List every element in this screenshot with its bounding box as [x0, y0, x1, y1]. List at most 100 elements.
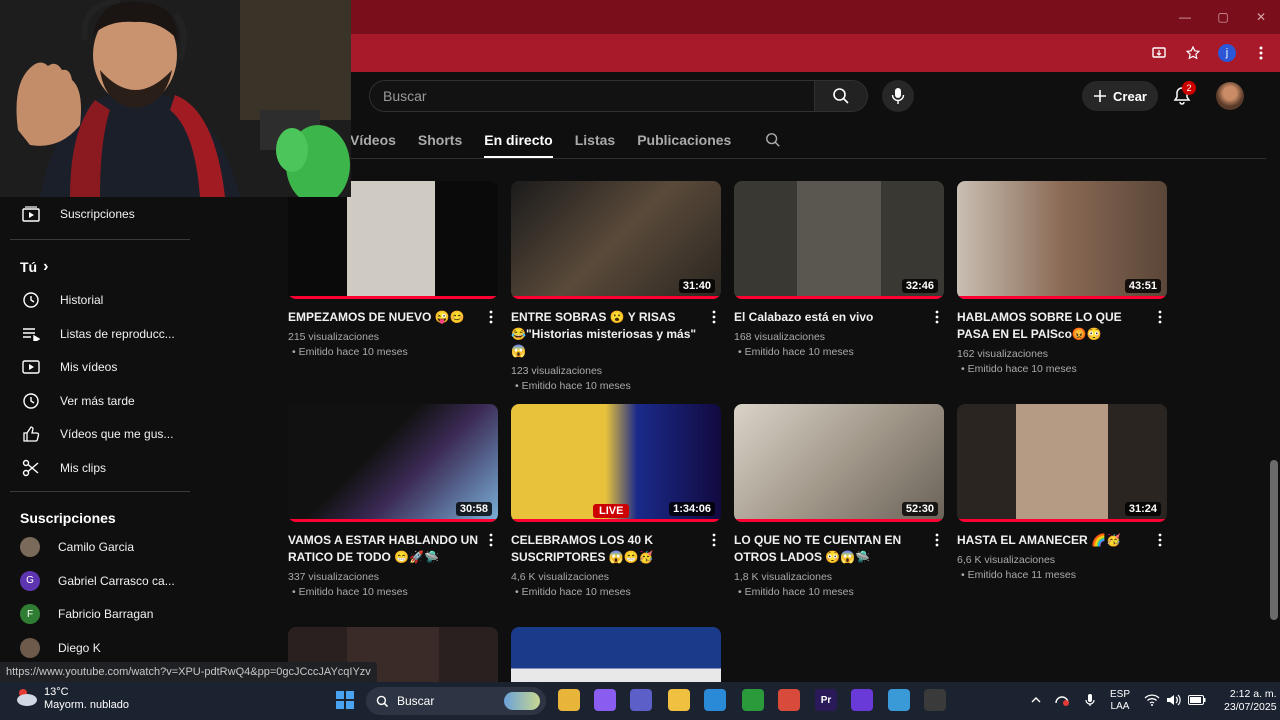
sidebar-item-my-videos[interactable]: Mis vídeos — [12, 352, 190, 382]
video-title[interactable]: HABLAMOS SOBRE LO QUE PASA EN EL PAISco😡… — [957, 309, 1147, 343]
video-more-options-icon[interactable] — [930, 309, 944, 329]
sidebar-item-subscriptions[interactable]: Suscripciones — [12, 199, 190, 229]
obs-taskbar-button[interactable] — [851, 689, 873, 711]
chrome-active-taskbar-button[interactable] — [888, 689, 910, 711]
sidebar-item-clips[interactable]: Mis clips — [12, 453, 190, 483]
video-title[interactable]: EMPEZAMOS DE NUEVO 😜😊 — [288, 309, 478, 326]
clock-date: 23/07/2025 — [1224, 701, 1277, 713]
chrome-taskbar-button[interactable] — [778, 689, 800, 711]
tab-publicaciones[interactable]: Publicaciones — [637, 122, 731, 158]
xbox-taskbar-button[interactable] — [742, 689, 764, 711]
window-controls: — ▢ ✕ — [1166, 0, 1280, 34]
windows-start-button[interactable] — [334, 689, 356, 711]
page-scrollbar-thumb[interactable] — [1270, 460, 1278, 620]
video-title[interactable]: LO QUE NO TE CUENTAN EN OTROS LADOS 😳😱🛸 — [734, 532, 924, 566]
search-highlight-icon — [504, 692, 540, 710]
video-date-text: Emitido hace 10 meses — [298, 586, 408, 598]
video-card[interactable]: 32:46 El Calabazo está en vivo 168 visuali… — [734, 181, 944, 360]
tab-videos[interactable]: Vídeos — [350, 122, 396, 158]
file-explorer-taskbar-button[interactable] — [558, 689, 580, 711]
voice-search-button[interactable] — [882, 80, 914, 112]
video-more-options-icon[interactable] — [707, 532, 721, 552]
minimize-button[interactable]: — — [1166, 0, 1204, 34]
video-thumbnail[interactable]: 43:51 — [957, 181, 1167, 299]
browser-menu-icon[interactable] — [1252, 44, 1270, 62]
tab-shorts[interactable]: Shorts — [418, 122, 462, 158]
sidebar-item-history[interactable]: Historial — [12, 285, 190, 315]
close-window-button[interactable]: ✕ — [1242, 0, 1280, 34]
video-thumbnail[interactable]: 31:24 — [957, 404, 1167, 522]
video-thumbnail[interactable]: 30:58 — [288, 404, 498, 522]
wifi-icon[interactable] — [1144, 693, 1160, 709]
store-taskbar-button[interactable] — [704, 689, 726, 711]
tray-overflow-icon[interactable] — [1028, 696, 1044, 707]
video-card[interactable]: 31:40 ENTRE SOBRAS 😮 Y RISAS 😂"Historias … — [511, 181, 721, 394]
video-title[interactable]: CELEBRAMOS LOS 40 K SUSCRIPTORES 😱😁🥳 — [511, 532, 701, 566]
browser-profile-avatar[interactable]: j — [1218, 44, 1236, 62]
copilot-taskbar-button[interactable] — [594, 689, 616, 711]
input-language-indicator[interactable]: ESP LAA — [1110, 689, 1130, 713]
clock[interactable]: 2:12 a. m. 23/07/2025 — [1224, 688, 1277, 714]
channel-avatar: G — [20, 570, 40, 591]
maximize-button[interactable]: ▢ — [1204, 0, 1242, 34]
install-app-icon[interactable] — [1150, 44, 1168, 62]
tray-app-icon[interactable] — [1050, 694, 1074, 709]
video-card[interactable]: EMPEZAMOS DE NUEVO 😜😊 215 visualizaciones… — [288, 181, 498, 360]
notifications-button[interactable]: 2 — [1170, 81, 1196, 108]
video-title[interactable]: HASTA EL AMANECER 🌈🥳 — [957, 532, 1147, 549]
create-button[interactable]: Crear — [1082, 81, 1158, 111]
volume-icon[interactable] — [1166, 694, 1182, 709]
bookmark-star-icon[interactable] — [1184, 44, 1202, 62]
video-title[interactable]: VAMOS A ESTAR HABLANDO UN RATICO DE TODO… — [288, 532, 478, 566]
video-card[interactable]: 43:51 HABLAMOS SOBRE LO QUE PASA EN EL PA… — [957, 181, 1167, 377]
video-card[interactable]: 1:34:06 LIVE CELEBRAMOS LOS 40 K SUSCRIPTO… — [511, 404, 721, 600]
recorder-taskbar-button[interactable] — [924, 689, 946, 711]
bullet-separator: • — [515, 586, 522, 598]
video-thumbnail[interactable]: 31:40 — [511, 181, 721, 299]
bullet-separator: • — [292, 346, 299, 358]
playlists-icon — [20, 323, 42, 345]
sidebar-item-playlists[interactable]: Listas de reproducc... — [12, 319, 190, 349]
tab-en-directo[interactable]: En directo — [484, 122, 554, 158]
video-card[interactable]: 30:58 VAMOS A ESTAR HABLANDO UN RATICO DE… — [288, 404, 498, 600]
subscription-channel[interactable]: G Gabriel Carrasco ca... — [12, 566, 190, 596]
watch-progress-bar — [511, 519, 721, 522]
video-duration: 1:34:06 — [669, 502, 715, 516]
video-more-options-icon[interactable] — [930, 532, 944, 552]
sidebar-item-label: Mis vídeos — [60, 360, 118, 374]
search-input[interactable]: Buscar — [369, 80, 815, 112]
sidebar-item-watch-later[interactable]: Ver más tarde — [12, 386, 190, 416]
battery-icon[interactable] — [1188, 694, 1206, 708]
tabs-divider — [288, 158, 1266, 159]
subscription-channel[interactable]: Diego K — [12, 633, 190, 663]
account-avatar[interactable] — [1216, 82, 1244, 110]
bullet-separator: • — [738, 586, 745, 598]
you-section-heading[interactable]: Tú › — [20, 258, 48, 276]
video-thumbnail[interactable]: 32:46 — [734, 181, 944, 299]
teams-taskbar-button[interactable] — [630, 689, 652, 711]
video-thumbnail[interactable]: 52:30 — [734, 404, 944, 522]
premiere-taskbar-button[interactable]: Pr — [815, 689, 837, 711]
weather-widget[interactable]: 13°C Mayorm. nublado — [14, 686, 129, 712]
mic-tray-icon[interactable] — [1080, 693, 1100, 710]
channel-search-button[interactable] — [763, 130, 783, 150]
video-card[interactable]: 31:24 HASTA EL AMANECER 🌈🥳 6,6 K visualiza… — [957, 404, 1167, 583]
video-title[interactable]: El Calabazo está en vivo — [734, 309, 924, 326]
windows-taskbar: 13°C Mayorm. nublado Buscar Pr ESP LAA 2… — [0, 682, 1280, 720]
video-more-options-icon[interactable] — [484, 309, 498, 329]
subscription-channel[interactable]: F Fabricio Barragan — [12, 599, 190, 629]
video-card[interactable]: 52:30 LO QUE NO TE CUENTAN EN OTROS LADOS… — [734, 404, 944, 600]
tab-listas[interactable]: Listas — [575, 122, 615, 158]
video-more-options-icon[interactable] — [484, 532, 498, 552]
search-button[interactable] — [815, 80, 868, 112]
video-thumbnail[interactable]: 1:34:06 LIVE — [511, 404, 721, 522]
video-more-options-icon[interactable] — [1153, 532, 1167, 552]
video-more-options-icon[interactable] — [707, 309, 721, 329]
folder-taskbar-button[interactable] — [668, 689, 690, 711]
video-title[interactable]: ENTRE SOBRAS 😮 Y RISAS 😂"Historias miste… — [511, 309, 701, 360]
video-more-options-icon[interactable] — [1153, 309, 1167, 329]
video-thumbnail[interactable] — [288, 181, 498, 299]
subscription-channel[interactable]: Camilo Garcia — [12, 532, 190, 562]
taskbar-search[interactable]: Buscar — [366, 687, 546, 715]
sidebar-item-like[interactable]: Vídeos que me gus... — [12, 419, 190, 449]
